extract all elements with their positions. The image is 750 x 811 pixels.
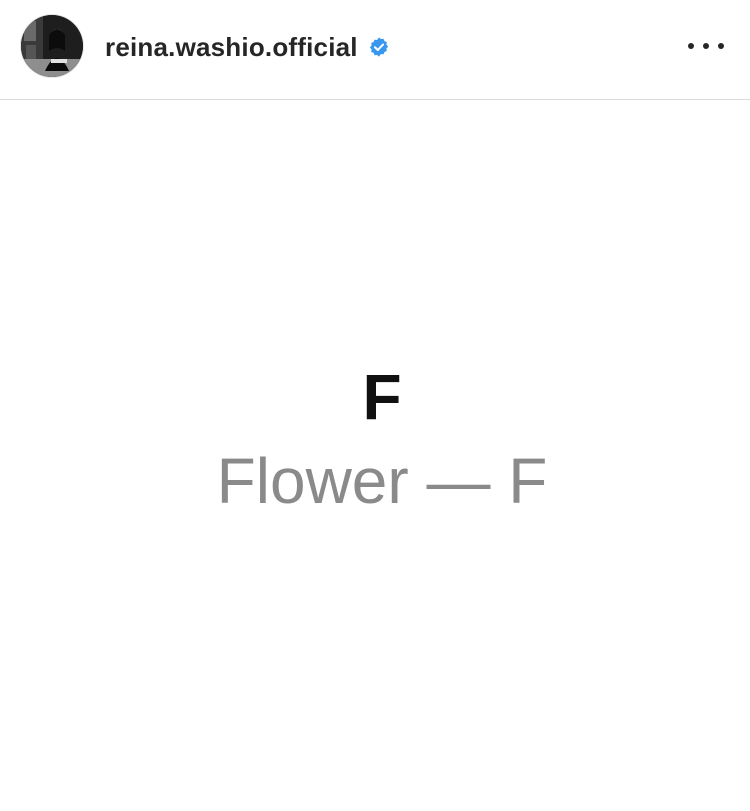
more-horizontal-icon	[688, 43, 694, 49]
post-header: reina.washio.official	[0, 0, 750, 100]
avatar[interactable]	[21, 15, 83, 77]
post-caption-text: Flower — F	[216, 445, 548, 517]
more-horizontal-icon-dot	[703, 43, 709, 49]
username-row: reina.washio.official	[105, 27, 390, 67]
avatar-image	[21, 15, 83, 77]
verified-badge-icon	[369, 37, 388, 57]
post-letter: F	[362, 361, 402, 433]
more-options-button[interactable]	[688, 32, 724, 60]
more-horizontal-icon-dot	[718, 43, 724, 49]
post-image[interactable]: F Flower — F	[0, 101, 750, 811]
username-link[interactable]: reina.washio.official	[105, 32, 358, 63]
